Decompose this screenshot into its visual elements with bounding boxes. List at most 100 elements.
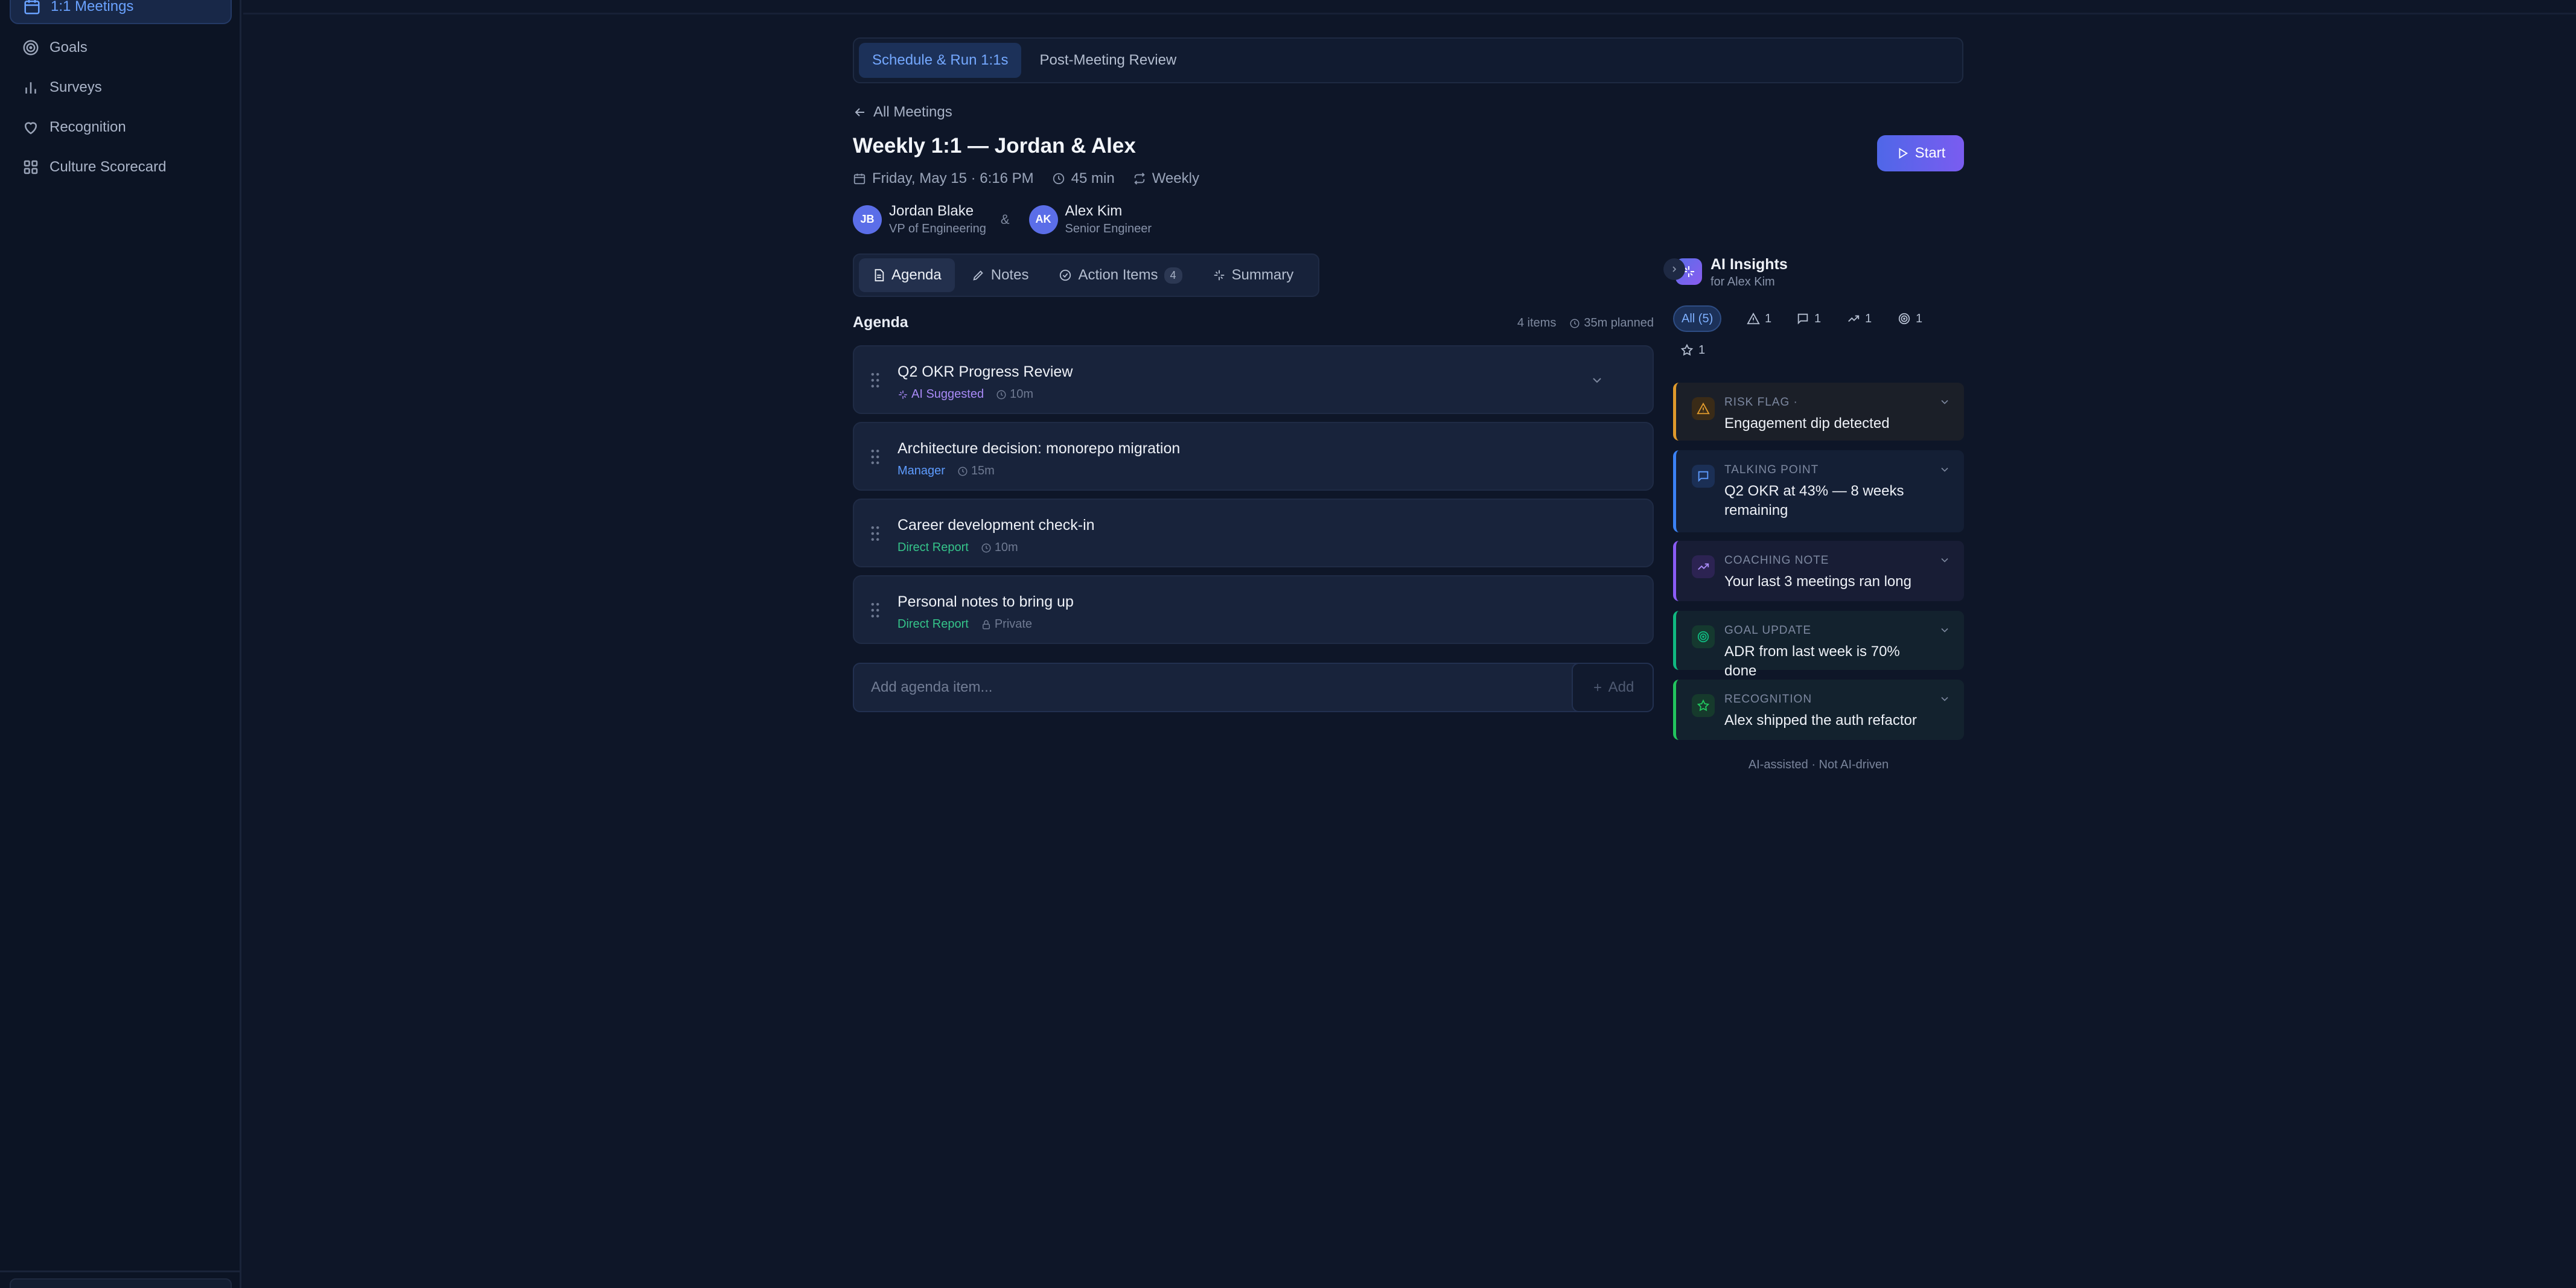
agenda-item-title: Personal notes to bring up — [897, 593, 1074, 610]
participant-separator: & — [1000, 211, 1010, 227]
tab-label: Agenda — [891, 267, 942, 283]
meeting-recurrence-text: Weekly — [1152, 170, 1199, 187]
drag-handle-icon[interactable] — [870, 602, 881, 619]
agenda-item-duration: 10m — [996, 387, 1033, 401]
drag-handle-icon[interactable] — [870, 525, 881, 542]
sidebar-item-label: Culture Scorecard — [49, 159, 167, 175]
chevron-down-icon[interactable] — [1939, 396, 1951, 408]
grid-icon — [24, 160, 38, 174]
filter-talking-point[interactable]: 1 — [1789, 305, 1828, 332]
agenda-summary: 4 items 35m planned — [1517, 316, 1654, 330]
tab-summary[interactable]: Summary — [1199, 258, 1307, 292]
tab-action-items[interactable]: Action Items 4 — [1045, 258, 1195, 292]
back-link[interactable]: All Meetings — [853, 104, 952, 121]
agenda-item-title: Architecture decision: monorepo migratio… — [897, 440, 1181, 457]
agenda-item[interactable]: Career development check-in Direct Repor… — [853, 499, 1654, 567]
insight-text: Engagement dip detected — [1724, 415, 1890, 432]
filter-count: 1 — [1916, 311, 1923, 325]
calendar-icon — [24, 0, 40, 14]
alert-triangle-icon — [1747, 312, 1760, 325]
drag-handle-icon[interactable] — [870, 448, 881, 465]
check-circle-icon — [1060, 269, 1071, 281]
insight-type: Goal Update — [1724, 624, 1812, 637]
participant-role: Senior Engineer — [1065, 222, 1152, 235]
chevron-down-icon[interactable] — [1590, 373, 1604, 387]
tab-notes[interactable]: Notes — [958, 258, 1042, 292]
sidebar-item-goals[interactable]: Goals — [10, 30, 232, 65]
insight-type: Talking Point — [1724, 464, 1819, 476]
chevron-down-icon[interactable] — [1939, 464, 1951, 476]
agenda-item-title: Q2 OKR Progress Review — [897, 363, 1073, 380]
insight-card-talking-point[interactable]: Talking Point Q2 OKR at 43% — 8 weeks re… — [1673, 450, 1964, 532]
source-tag-label: AI Suggested — [911, 387, 984, 401]
agenda-item-duration-text: 10m — [1010, 387, 1033, 401]
drag-handle-icon[interactable] — [870, 372, 881, 389]
calendar-icon — [853, 173, 866, 185]
tab-label: Action Items — [1078, 267, 1158, 283]
tab-label: Notes — [990, 267, 1029, 283]
agenda-item[interactable]: Q2 OKR Progress Review AI Suggested 10m — [853, 345, 1654, 414]
sparkle-icon — [899, 390, 907, 399]
sidebar-item-label: Goals — [49, 39, 88, 56]
participant-manager: Jordan Blake VP of Engineering — [889, 203, 986, 236]
chevron-right-icon — [1672, 266, 1677, 272]
sidebar-item-label: 1:1 Meetings — [51, 0, 134, 14]
agenda-item-title: Career development check-in — [897, 517, 1095, 534]
insight-card-goal[interactable]: Goal Update ADR from last week is 70% do… — [1673, 611, 1964, 679]
sidebar-item-surveys[interactable]: Surveys — [10, 70, 232, 105]
agenda-item[interactable]: Personal notes to bring up Direct Report… — [853, 575, 1654, 644]
insight-card-recognition[interactable]: Recognition Alex shipped the auth refact… — [1673, 680, 1964, 740]
add-agenda-button[interactable]: Add — [1572, 663, 1654, 712]
play-icon — [1899, 148, 1908, 159]
sidebar-item-culture-scorecard[interactable]: Culture Scorecard — [10, 150, 232, 185]
filter-risk[interactable]: 1 — [1739, 305, 1779, 332]
tab-schedule-run[interactable]: Schedule & Run 1:1s — [859, 43, 1022, 78]
agenda-item[interactable]: Architecture decision: monorepo migratio… — [853, 422, 1654, 491]
ai-disclaimer: AI-assisted · Not AI-driven — [1748, 758, 1889, 771]
arrow-left-icon — [855, 108, 864, 116]
sidebar-item-recognition[interactable]: Recognition — [10, 110, 232, 145]
agenda-item-privacy: Private — [981, 617, 1032, 631]
tab-label: Summary — [1231, 267, 1294, 283]
insight-text: Q2 OKR at 43% — 8 weeks remaining — [1724, 483, 1904, 518]
collapse-panel-button[interactable] — [1663, 258, 1685, 280]
pencil-icon — [973, 270, 983, 281]
insight-type-icon — [1692, 694, 1715, 717]
tab-post-meeting-review[interactable]: Post-Meeting Review — [1026, 43, 1190, 78]
agenda-item-duration-text: 10m — [994, 541, 1018, 554]
sidebar-item-meetings[interactable]: 1:1 Meetings — [10, 0, 232, 24]
clock-icon — [1053, 173, 1064, 185]
sidebar-footer-card[interactable] — [10, 1278, 232, 1288]
start-meeting-button[interactable]: Start — [1877, 135, 1964, 171]
meeting-duration-text: 45 min — [1071, 170, 1115, 187]
insight-card-risk[interactable]: Risk Flag · Engagement dip detected — [1673, 383, 1964, 441]
insight-type-icon — [1692, 625, 1715, 648]
filter-recognition[interactable]: 1 — [1673, 337, 1712, 363]
participant-report: Alex Kim Senior Engineer — [1065, 203, 1152, 236]
start-button-label: Start — [1914, 145, 1946, 161]
tab-agenda[interactable]: Agenda — [859, 258, 955, 292]
agenda-item-duration: 15m — [957, 464, 995, 478]
sidebar-footer-divider — [0, 1270, 241, 1272]
add-agenda-input[interactable]: Add agenda item... — [853, 663, 1654, 712]
filter-coaching[interactable]: 1 — [1840, 305, 1879, 332]
target-icon — [23, 40, 39, 56]
lock-icon — [982, 620, 990, 629]
sparkle-icon — [1214, 270, 1224, 281]
avatar: AK — [1028, 205, 1058, 234]
insights-subtitle: for Alex Kim — [1710, 275, 1775, 289]
add-button-label: Add — [1608, 679, 1634, 695]
meeting-view-tabs: Agenda Notes Action Items 4 Summary — [853, 253, 1319, 297]
insight-card-coaching[interactable]: Coaching Note Your last 3 meetings ran l… — [1673, 541, 1964, 601]
clock-icon — [996, 390, 1006, 399]
chevron-down-icon[interactable] — [1939, 624, 1951, 636]
filter-goal[interactable]: 1 — [1890, 305, 1930, 332]
chevron-down-icon[interactable] — [1939, 693, 1951, 705]
source-tag: AI Suggested — [897, 387, 984, 401]
filter-all[interactable]: All (5) — [1673, 305, 1722, 332]
chevron-down-icon[interactable] — [1939, 554, 1951, 566]
meeting-meta: Friday, May 15 · 6:16 PM 45 min Weekly — [853, 170, 1217, 187]
action-items-count-badge: 4 — [1164, 267, 1182, 284]
bar-chart-icon — [25, 82, 36, 94]
star-icon — [1680, 343, 1694, 356]
